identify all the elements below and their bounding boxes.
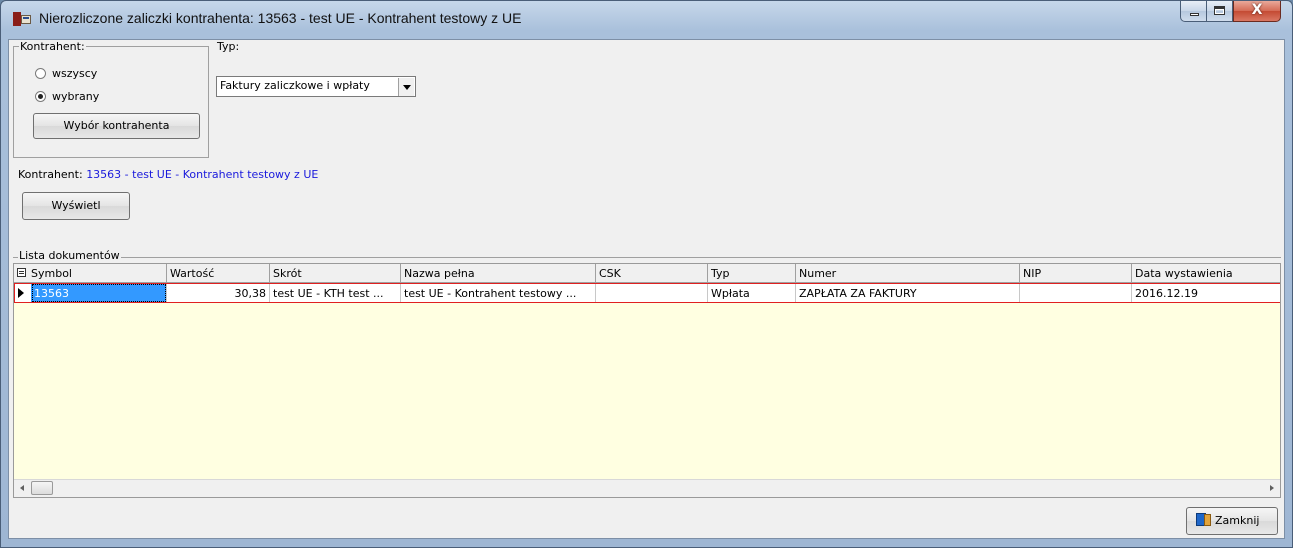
radio-wszyscy[interactable]: wszyscy	[35, 67, 97, 80]
maximize-button[interactable]	[1207, 1, 1233, 22]
kontrahent-group-label: Kontrahent:	[19, 40, 86, 53]
show-button[interactable]: Wyświetl	[22, 192, 130, 220]
typ-select-value: Faktury zaliczkowe i wpłaty	[220, 79, 370, 92]
cell-numer[interactable]: ZAPŁATA ZA FAKTURY	[796, 283, 1020, 303]
radio-wybrany-label: wybrany	[52, 90, 100, 103]
column-header-wartosc[interactable]: Wartość	[167, 264, 270, 282]
documents-group	[13, 257, 1281, 258]
cell-data[interactable]: 2016.12.19	[1132, 283, 1280, 303]
window-title: Nierozliczone zaliczki kontrahenta: 1356…	[39, 10, 522, 26]
radio-wszyscy-indicator[interactable]	[35, 68, 46, 79]
minimize-button[interactable]	[1180, 1, 1207, 22]
scroll-thumb[interactable]	[31, 481, 53, 495]
cell-nazwa[interactable]: test UE - Kontrahent testowy ...	[401, 283, 596, 303]
documents-grid[interactable]: Symbol Wartość Skrót Nazwa pełna CSK Typ…	[13, 263, 1281, 498]
scroll-left-icon[interactable]	[20, 485, 24, 491]
select-contractor-button[interactable]: Wybór kontrahenta	[33, 113, 200, 139]
horizontal-scrollbar[interactable]	[14, 479, 1280, 497]
close-window-button[interactable]: X	[1233, 1, 1281, 22]
cell-wartosc[interactable]: 30,38	[167, 283, 270, 303]
column-header-csk[interactable]: CSK	[596, 264, 708, 282]
typ-select[interactable]: Faktury zaliczkowe i wpłaty	[216, 76, 416, 97]
column-header-symbol-label: Symbol	[31, 267, 72, 280]
cell-typ[interactable]: Wpłata	[708, 283, 796, 303]
minimize-icon	[1190, 13, 1199, 16]
column-header-data[interactable]: Data wystawienia	[1132, 264, 1280, 282]
column-header-nip[interactable]: NIP	[1020, 264, 1132, 282]
close-icon: X	[1251, 2, 1263, 18]
radio-wszyscy-label: wszyscy	[52, 67, 98, 80]
column-header-skrot[interactable]: Skrót	[270, 264, 401, 282]
column-header-numer[interactable]: Numer	[796, 264, 1020, 282]
column-header-symbol[interactable]: Symbol	[14, 264, 167, 282]
column-header-nazwa[interactable]: Nazwa pełna	[401, 264, 596, 282]
current-row-icon	[18, 288, 24, 298]
exit-door-icon	[1196, 513, 1211, 526]
client-area: Kontrahent: wszyscy wybrany Wybór kontra…	[8, 39, 1285, 539]
radio-wybrany[interactable]: wybrany	[35, 90, 99, 103]
app-icon	[13, 12, 31, 26]
cell-nip[interactable]	[1020, 283, 1132, 303]
cell-csk[interactable]	[596, 283, 708, 303]
radio-wybrany-indicator[interactable]	[35, 91, 46, 102]
close-button-label: Zamknij	[1215, 514, 1260, 527]
cell-symbol[interactable]: 13563	[31, 283, 167, 303]
title-bar[interactable]: Nierozliczone zaliczki kontrahenta: 1356…	[1, 1, 1292, 33]
close-button[interactable]: Zamknij	[1186, 507, 1278, 535]
grid-header: Symbol Wartość Skrót Nazwa pełna CSK Typ…	[14, 264, 1280, 283]
app-window: Nierozliczone zaliczki kontrahenta: 1356…	[0, 0, 1293, 548]
typ-label: Typ:	[216, 40, 241, 53]
contractor-info-value: 13563 - test UE - Kontrahent testowy z U…	[86, 168, 319, 181]
contractor-info-label: Kontrahent:	[18, 168, 83, 181]
column-header-typ[interactable]: Typ	[708, 264, 796, 282]
contractor-info: Kontrahent: 13563 - test UE - Kontrahent…	[18, 168, 318, 181]
documents-group-label: Lista dokumentów	[18, 249, 121, 262]
chevron-down-icon[interactable]	[398, 78, 414, 96]
cell-skrot[interactable]: test UE - KTH test ...	[270, 283, 401, 303]
table-row[interactable]: 13563 30,38 test UE - KTH test ... test …	[14, 283, 1280, 303]
scroll-right-icon[interactable]	[1270, 485, 1274, 491]
maximize-icon	[1214, 6, 1225, 15]
column-chooser-icon[interactable]	[17, 268, 26, 277]
